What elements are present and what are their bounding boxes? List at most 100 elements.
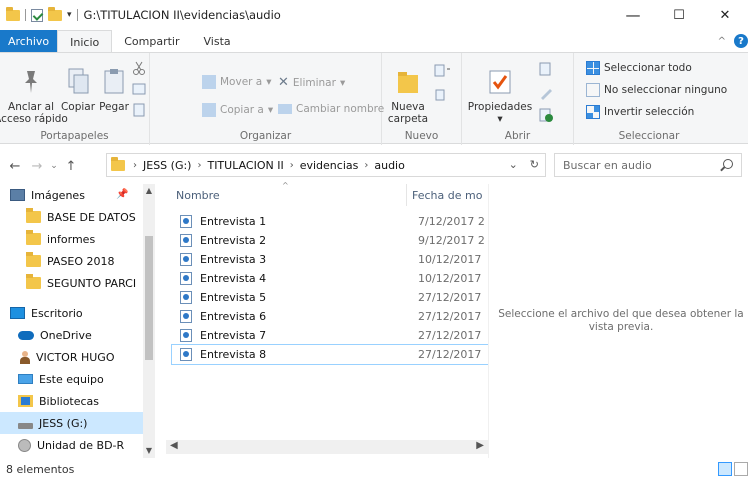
- desktop-icon: [10, 307, 25, 319]
- tab-inicio[interactable]: Inicio: [57, 30, 113, 53]
- nav-item-paseo-2018[interactable]: PASEO 2018: [0, 250, 143, 272]
- delete-button[interactable]: ✕ Eliminar ▾: [278, 75, 345, 90]
- breadcrumb-drive[interactable]: JESS (G:): [143, 159, 191, 172]
- paste-icon: [104, 69, 124, 94]
- table-row[interactable]: Entrevista 8 27/12/2017 2: [171, 344, 489, 365]
- forward-arrow-icon[interactable]: →: [26, 159, 48, 174]
- divider: [25, 9, 26, 21]
- nav-scroll-thumb[interactable]: [145, 236, 153, 360]
- search-box[interactable]: Buscar en audio: [554, 153, 742, 177]
- file-name: Entrevista 2: [200, 234, 267, 247]
- dropdown-arrow-icon: ▾: [267, 104, 274, 116]
- close-button[interactable]: ✕: [702, 0, 748, 30]
- details-view-icon[interactable]: [718, 462, 732, 476]
- table-row[interactable]: Entrevista 5 27/12/2017 2: [172, 288, 488, 307]
- history-icon[interactable]: [538, 107, 556, 123]
- nav-item-unidad-bd-r[interactable]: Unidad de BD-R: [0, 434, 143, 456]
- paste-label: Pegar: [99, 101, 129, 113]
- table-row[interactable]: Entrevista 7 27/12/2017 2: [172, 326, 488, 345]
- nav-item-label: OneDrive: [40, 328, 92, 342]
- paste-button[interactable]: Pegar: [98, 67, 130, 113]
- file-date: 7/12/2017 21:: [418, 215, 484, 228]
- properties-check-icon[interactable]: [31, 8, 43, 22]
- scroll-down-icon[interactable]: ▼: [143, 446, 155, 455]
- easy-access-icon[interactable]: [434, 87, 452, 103]
- table-row[interactable]: Entrevista 1 7/12/2017 21:: [172, 212, 488, 231]
- move-to-button[interactable]: Mover a ▾: [202, 75, 272, 89]
- column-divider[interactable]: [406, 184, 407, 206]
- breadcrumb-audio[interactable]: audio: [374, 159, 404, 172]
- invert-selection-button[interactable]: Invertir selección: [586, 105, 694, 119]
- minimize-button[interactable]: —: [610, 0, 656, 30]
- rename-button[interactable]: Cambiar nombre: [278, 103, 384, 115]
- pin-label-1: Anclar al: [8, 101, 54, 113]
- copy-button[interactable]: Copiar: [60, 67, 96, 113]
- table-row[interactable]: Entrevista 2 9/12/2017 21:: [172, 231, 488, 250]
- table-row[interactable]: Entrevista 6 27/12/2017 2: [172, 307, 488, 326]
- scroll-up-icon[interactable]: ▲: [143, 186, 155, 195]
- status-bar: 8 elementos: [0, 458, 748, 480]
- recent-locations-icon[interactable]: ⌄: [48, 161, 60, 171]
- back-arrow-icon[interactable]: ←: [4, 159, 26, 174]
- paste-shortcut-icon[interactable]: [132, 103, 146, 117]
- copy-to-icon: [202, 103, 216, 117]
- breadcrumb-evidencias[interactable]: evidencias: [300, 159, 359, 172]
- audio-file-icon: [180, 310, 192, 323]
- scroll-right-icon[interactable]: ▶: [476, 440, 484, 451]
- new-folder-button[interactable]: Nueva carpeta: [388, 67, 428, 125]
- file-name: Entrevista 3: [200, 253, 267, 266]
- nav-scrollbar[interactable]: ▲ ▼: [143, 184, 155, 458]
- nav-item-onedrive[interactable]: OneDrive: [0, 324, 143, 346]
- search-icon[interactable]: [723, 159, 733, 169]
- file-name: Entrevista 1: [200, 215, 267, 228]
- address-history-icon[interactable]: ⌄: [509, 158, 518, 171]
- scroll-left-icon[interactable]: ◀: [170, 440, 178, 451]
- address-bar[interactable]: › JESS (G:) › TITULACION II › evidencias…: [106, 153, 546, 177]
- nav-item-victor-hugo[interactable]: VICTOR HUGO: [0, 346, 143, 368]
- select-none-button[interactable]: No seleccionar ninguno: [586, 83, 727, 97]
- new-item-icon[interactable]: [434, 63, 452, 79]
- tab-vista[interactable]: Vista: [192, 30, 243, 52]
- table-row[interactable]: Entrevista 4 10/12/2017 2:: [172, 269, 488, 288]
- copy-path-icon[interactable]: [132, 83, 146, 95]
- up-arrow-icon[interactable]: ↑: [60, 159, 82, 174]
- invert-selection-icon: [586, 105, 600, 119]
- large-icons-view-icon[interactable]: [734, 462, 748, 476]
- move-to-icon: [202, 75, 216, 89]
- collapse-ribbon-icon[interactable]: ^: [718, 36, 726, 47]
- tab-archivo[interactable]: Archivo: [0, 30, 58, 52]
- nav-item-este-equipo[interactable]: Este equipo: [0, 368, 143, 390]
- help-icon[interactable]: ?: [734, 34, 748, 48]
- ribbon-tools: ^ ?: [718, 34, 748, 48]
- cut-icon[interactable]: [132, 61, 146, 75]
- breadcrumb-separator: ›: [133, 159, 137, 171]
- pinned-icon[interactable]: 📌: [116, 189, 128, 200]
- nav-item-informes[interactable]: informes: [0, 228, 143, 250]
- nav-item-base-de-datos[interactable]: BASE DE DATOS: [0, 206, 143, 228]
- table-row[interactable]: Entrevista 3 10/12/2017 2:: [172, 250, 488, 269]
- file-date: 27/12/2017 2: [418, 310, 484, 323]
- pin-quick-access-button[interactable]: Anclar al Acceso rápido: [0, 67, 68, 125]
- nav-item-segunto-parci[interactable]: SEGUNTO PARCI: [0, 272, 143, 294]
- edit-icon[interactable]: [538, 85, 556, 101]
- file-list-hscrollbar[interactable]: ◀ ▶: [166, 440, 488, 454]
- refresh-icon[interactable]: ↻: [530, 158, 539, 171]
- nav-item-escritorio[interactable]: Escritorio: [0, 302, 143, 324]
- tab-compartir[interactable]: Compartir: [112, 30, 191, 52]
- new-folder-icon[interactable]: [48, 6, 62, 21]
- customize-toolbar-arrow-icon[interactable]: ▾: [67, 10, 72, 20]
- open-icon[interactable]: [538, 61, 556, 77]
- navigation-pane: Imágenes 📌 BASE DE DATOS informes PASEO …: [0, 184, 155, 458]
- copy-to-button[interactable]: Copiar a ▾: [202, 103, 273, 117]
- search-input[interactable]: Buscar en audio: [563, 159, 652, 172]
- select-all-button[interactable]: Seleccionar todo: [586, 61, 692, 75]
- nav-item-bibliotecas[interactable]: Bibliotecas: [0, 390, 143, 412]
- maximize-button[interactable]: ☐: [656, 0, 702, 30]
- select-all-label: Seleccionar todo: [604, 62, 692, 74]
- breadcrumb-titulacion[interactable]: TITULACION II: [207, 159, 283, 172]
- column-header-date[interactable]: Fecha de mo: [412, 184, 482, 206]
- column-header-name[interactable]: Nombre: [176, 184, 220, 206]
- nav-item-jess-drive[interactable]: JESS (G:): [0, 412, 143, 434]
- images-icon: [10, 189, 25, 201]
- properties-button[interactable]: Propiedades ▾: [468, 67, 532, 125]
